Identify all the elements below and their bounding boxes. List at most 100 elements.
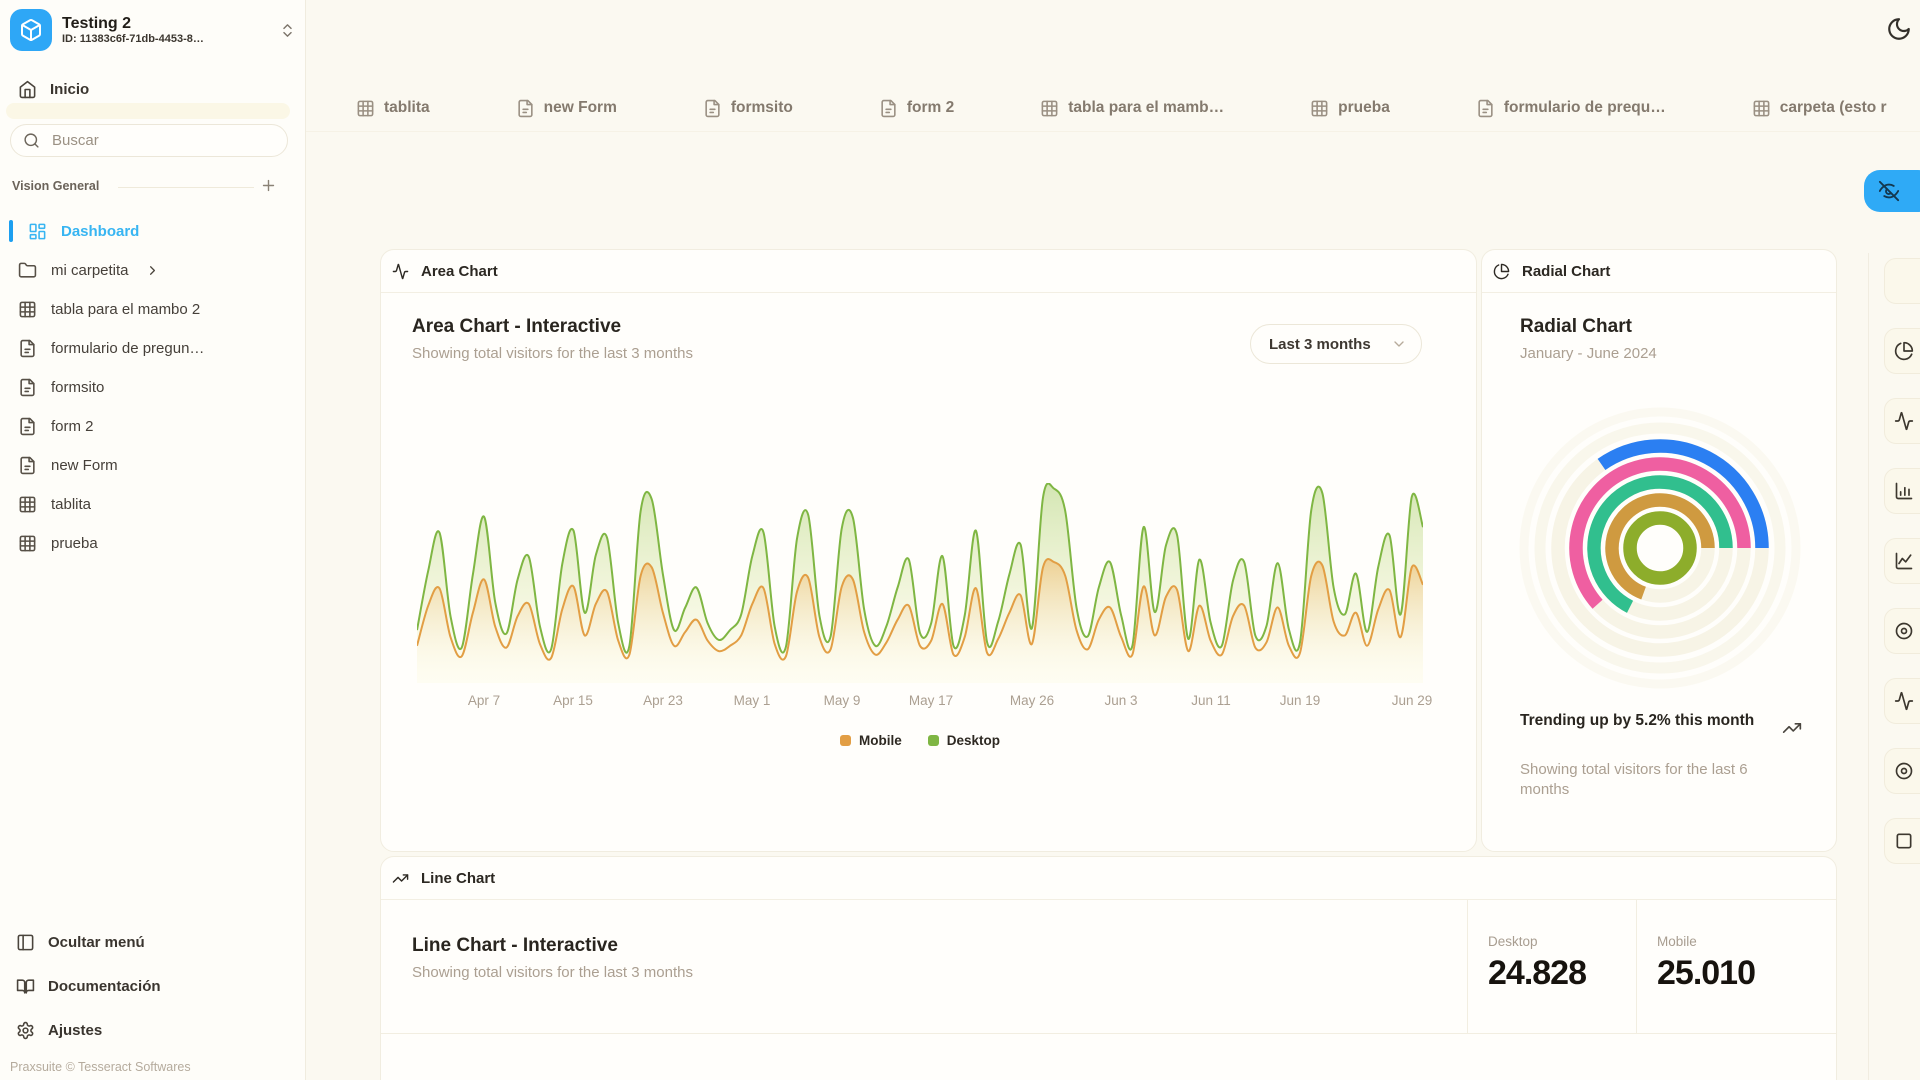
- table-icon: [1310, 99, 1329, 118]
- legend-item-desktop: Desktop: [928, 733, 1000, 748]
- radial-chart-plot[interactable]: [1510, 398, 1810, 698]
- tab-form-2[interactable]: form 2: [879, 99, 954, 118]
- right-rail-divider: [1868, 253, 1869, 1080]
- x-axis-label: Jun 29: [1392, 693, 1433, 708]
- radial-chart-widget: Radial Chart Radial Chart January - June…: [1481, 249, 1837, 852]
- section-label: Vision General: [12, 179, 99, 193]
- activity-icon: [392, 263, 409, 280]
- sidebar-item-documentaci-n[interactable]: Documentación: [8, 970, 290, 1002]
- rail-button-donut-icon[interactable]: [1884, 608, 1920, 654]
- legend-item-mobile: Mobile: [840, 733, 902, 748]
- workspace-switcher[interactable]: Testing 2 ID: 11383c6f-71db-4453-8…: [10, 6, 296, 54]
- activity-icon: [1894, 411, 1914, 431]
- file-icon: [18, 378, 37, 397]
- tab-new-form[interactable]: new Form: [516, 99, 617, 118]
- table-icon: [1040, 99, 1059, 118]
- radial-widget-header: Radial Chart: [1482, 250, 1836, 293]
- sidebar-item-form-2[interactable]: form 2: [8, 411, 297, 441]
- x-axis-label: May 17: [909, 693, 953, 708]
- tab-carpeta-esto-r[interactable]: carpeta (esto r: [1752, 99, 1887, 118]
- rail-button-pie-chart-icon[interactable]: [1884, 328, 1920, 374]
- home-icon: [18, 80, 37, 99]
- tab-label: tablita: [384, 99, 430, 117]
- x-axis-label: Jun 19: [1280, 693, 1321, 708]
- sidebar-item-label: Documentación: [48, 978, 161, 995]
- sidebar-item-mi-carpetita[interactable]: mi carpetita: [8, 255, 297, 285]
- sidebar-item-ocultar-men[interactable]: Ocultar menú: [8, 926, 290, 958]
- tab-label: new Form: [544, 99, 617, 117]
- plus-icon[interactable]: [260, 177, 277, 194]
- trending-text: Trending up by 5.2% this month: [1520, 711, 1770, 730]
- dark-mode-toggle[interactable]: [1884, 14, 1914, 44]
- dashboard-icon: [28, 222, 47, 241]
- radial-card-subtitle: January - June 2024: [1520, 345, 1657, 362]
- stat-mobile[interactable]: Mobile 25.010: [1636, 900, 1837, 1033]
- area-chart-plot[interactable]: [417, 483, 1423, 683]
- x-axis-label: Jun 11: [1191, 693, 1231, 708]
- tab-formsito[interactable]: formsito: [703, 99, 793, 118]
- table-icon: [18, 534, 37, 553]
- workspace-logo: [10, 9, 52, 51]
- legend-swatch: [928, 735, 939, 746]
- workspace-name: Testing 2: [62, 15, 269, 33]
- sidebar-item-formulario-de-pregun[interactable]: formulario de pregun…: [8, 333, 297, 363]
- tab-label: carpeta (esto r: [1780, 99, 1887, 117]
- section-divider: [118, 187, 254, 188]
- rail-button-activity-icon[interactable]: [1884, 678, 1920, 724]
- x-axis-label: May 9: [824, 693, 861, 708]
- area-widget-title: Area Chart: [421, 263, 498, 280]
- tab-tabla-para-el-mamb[interactable]: tabla para el mamb…: [1040, 99, 1224, 118]
- tab-tablita[interactable]: tablita: [356, 99, 430, 118]
- area-chart-widget: Area Chart Area Chart - Interactive Show…: [380, 249, 1477, 852]
- trending-subtext: Showing total visitors for the last 6 mo…: [1520, 760, 1765, 799]
- x-axis-label: Apr 15: [553, 693, 593, 708]
- rail-button-line-chart-icon[interactable]: [1884, 538, 1920, 584]
- sidebar-item-new-form[interactable]: new Form: [8, 450, 297, 480]
- stat-desktop[interactable]: Desktop 24.828: [1467, 900, 1636, 1033]
- radial-card-title: Radial Chart: [1520, 316, 1657, 338]
- sidebar-item-label: mi carpetita: [51, 262, 129, 279]
- sidebar-item-prueba[interactable]: prueba: [8, 528, 297, 558]
- sidebar-item-dashboard[interactable]: Dashboard: [8, 216, 297, 246]
- line-chart-icon: [1894, 551, 1914, 571]
- rail-button-empty[interactable]: [1884, 258, 1920, 304]
- x-axis-label: May 26: [1010, 693, 1054, 708]
- tab-formulario-de-prequ[interactable]: formulario de prequ…: [1476, 99, 1666, 118]
- radial-widget-title: Radial Chart: [1522, 263, 1610, 280]
- rail-button-activity-icon[interactable]: [1884, 398, 1920, 444]
- tab-label: form 2: [907, 99, 954, 117]
- legend-label: Mobile: [859, 733, 902, 748]
- app-window: Testing 2 ID: 11383c6f-71db-4453-8… Inic…: [0, 0, 1920, 1080]
- file-icon: [703, 99, 722, 118]
- file-icon: [516, 99, 535, 118]
- x-axis-label: Jun 3: [1104, 693, 1137, 708]
- tab-prueba[interactable]: prueba: [1310, 99, 1390, 118]
- sidebar-item-tabla-para-el-mambo-2[interactable]: tabla para el mambo 2: [8, 294, 297, 324]
- line-card-header-border: [381, 1033, 1836, 1034]
- sidebar-item-formsito[interactable]: formsito: [8, 372, 297, 402]
- donut-icon: [1894, 621, 1914, 641]
- donut-icon: [1894, 761, 1914, 781]
- active-indicator: [9, 220, 13, 242]
- sidebar-item-ajustes[interactable]: Ajustes: [8, 1014, 290, 1046]
- line-chart-widget: Line Chart Line Chart - Interactive Show…: [380, 856, 1837, 1080]
- chevrons-up-down-icon: [279, 22, 296, 39]
- sidebar-item-label: tabla para el mambo 2: [51, 301, 200, 318]
- folder-icon: [18, 261, 37, 280]
- search-input[interactable]: [50, 131, 275, 150]
- rail-button-donut-icon[interactable]: [1884, 748, 1920, 794]
- file-icon: [1476, 99, 1495, 118]
- rail-button-bar-chart-icon[interactable]: [1884, 468, 1920, 514]
- rail-button-square-icon[interactable]: [1884, 818, 1920, 864]
- moon-icon: [1886, 16, 1912, 42]
- range-select[interactable]: Last 3 months: [1250, 324, 1422, 364]
- area-chart-legend: Mobile Desktop: [417, 733, 1423, 748]
- x-axis-label: Apr 23: [643, 693, 683, 708]
- sidebar-item-label: Ocultar menú: [48, 934, 145, 951]
- sidebar-item-tablita[interactable]: tablita: [8, 489, 297, 519]
- sidebar-item-inicio[interactable]: Inicio: [8, 74, 290, 104]
- hide-widgets-button[interactable]: [1864, 170, 1920, 212]
- sidebar: Testing 2 ID: 11383c6f-71db-4453-8… Inic…: [0, 0, 306, 1080]
- tab-bar: tablita new Form formsito form 2 tabla para …: [356, 85, 1887, 131]
- line-widget-title: Line Chart: [421, 870, 495, 887]
